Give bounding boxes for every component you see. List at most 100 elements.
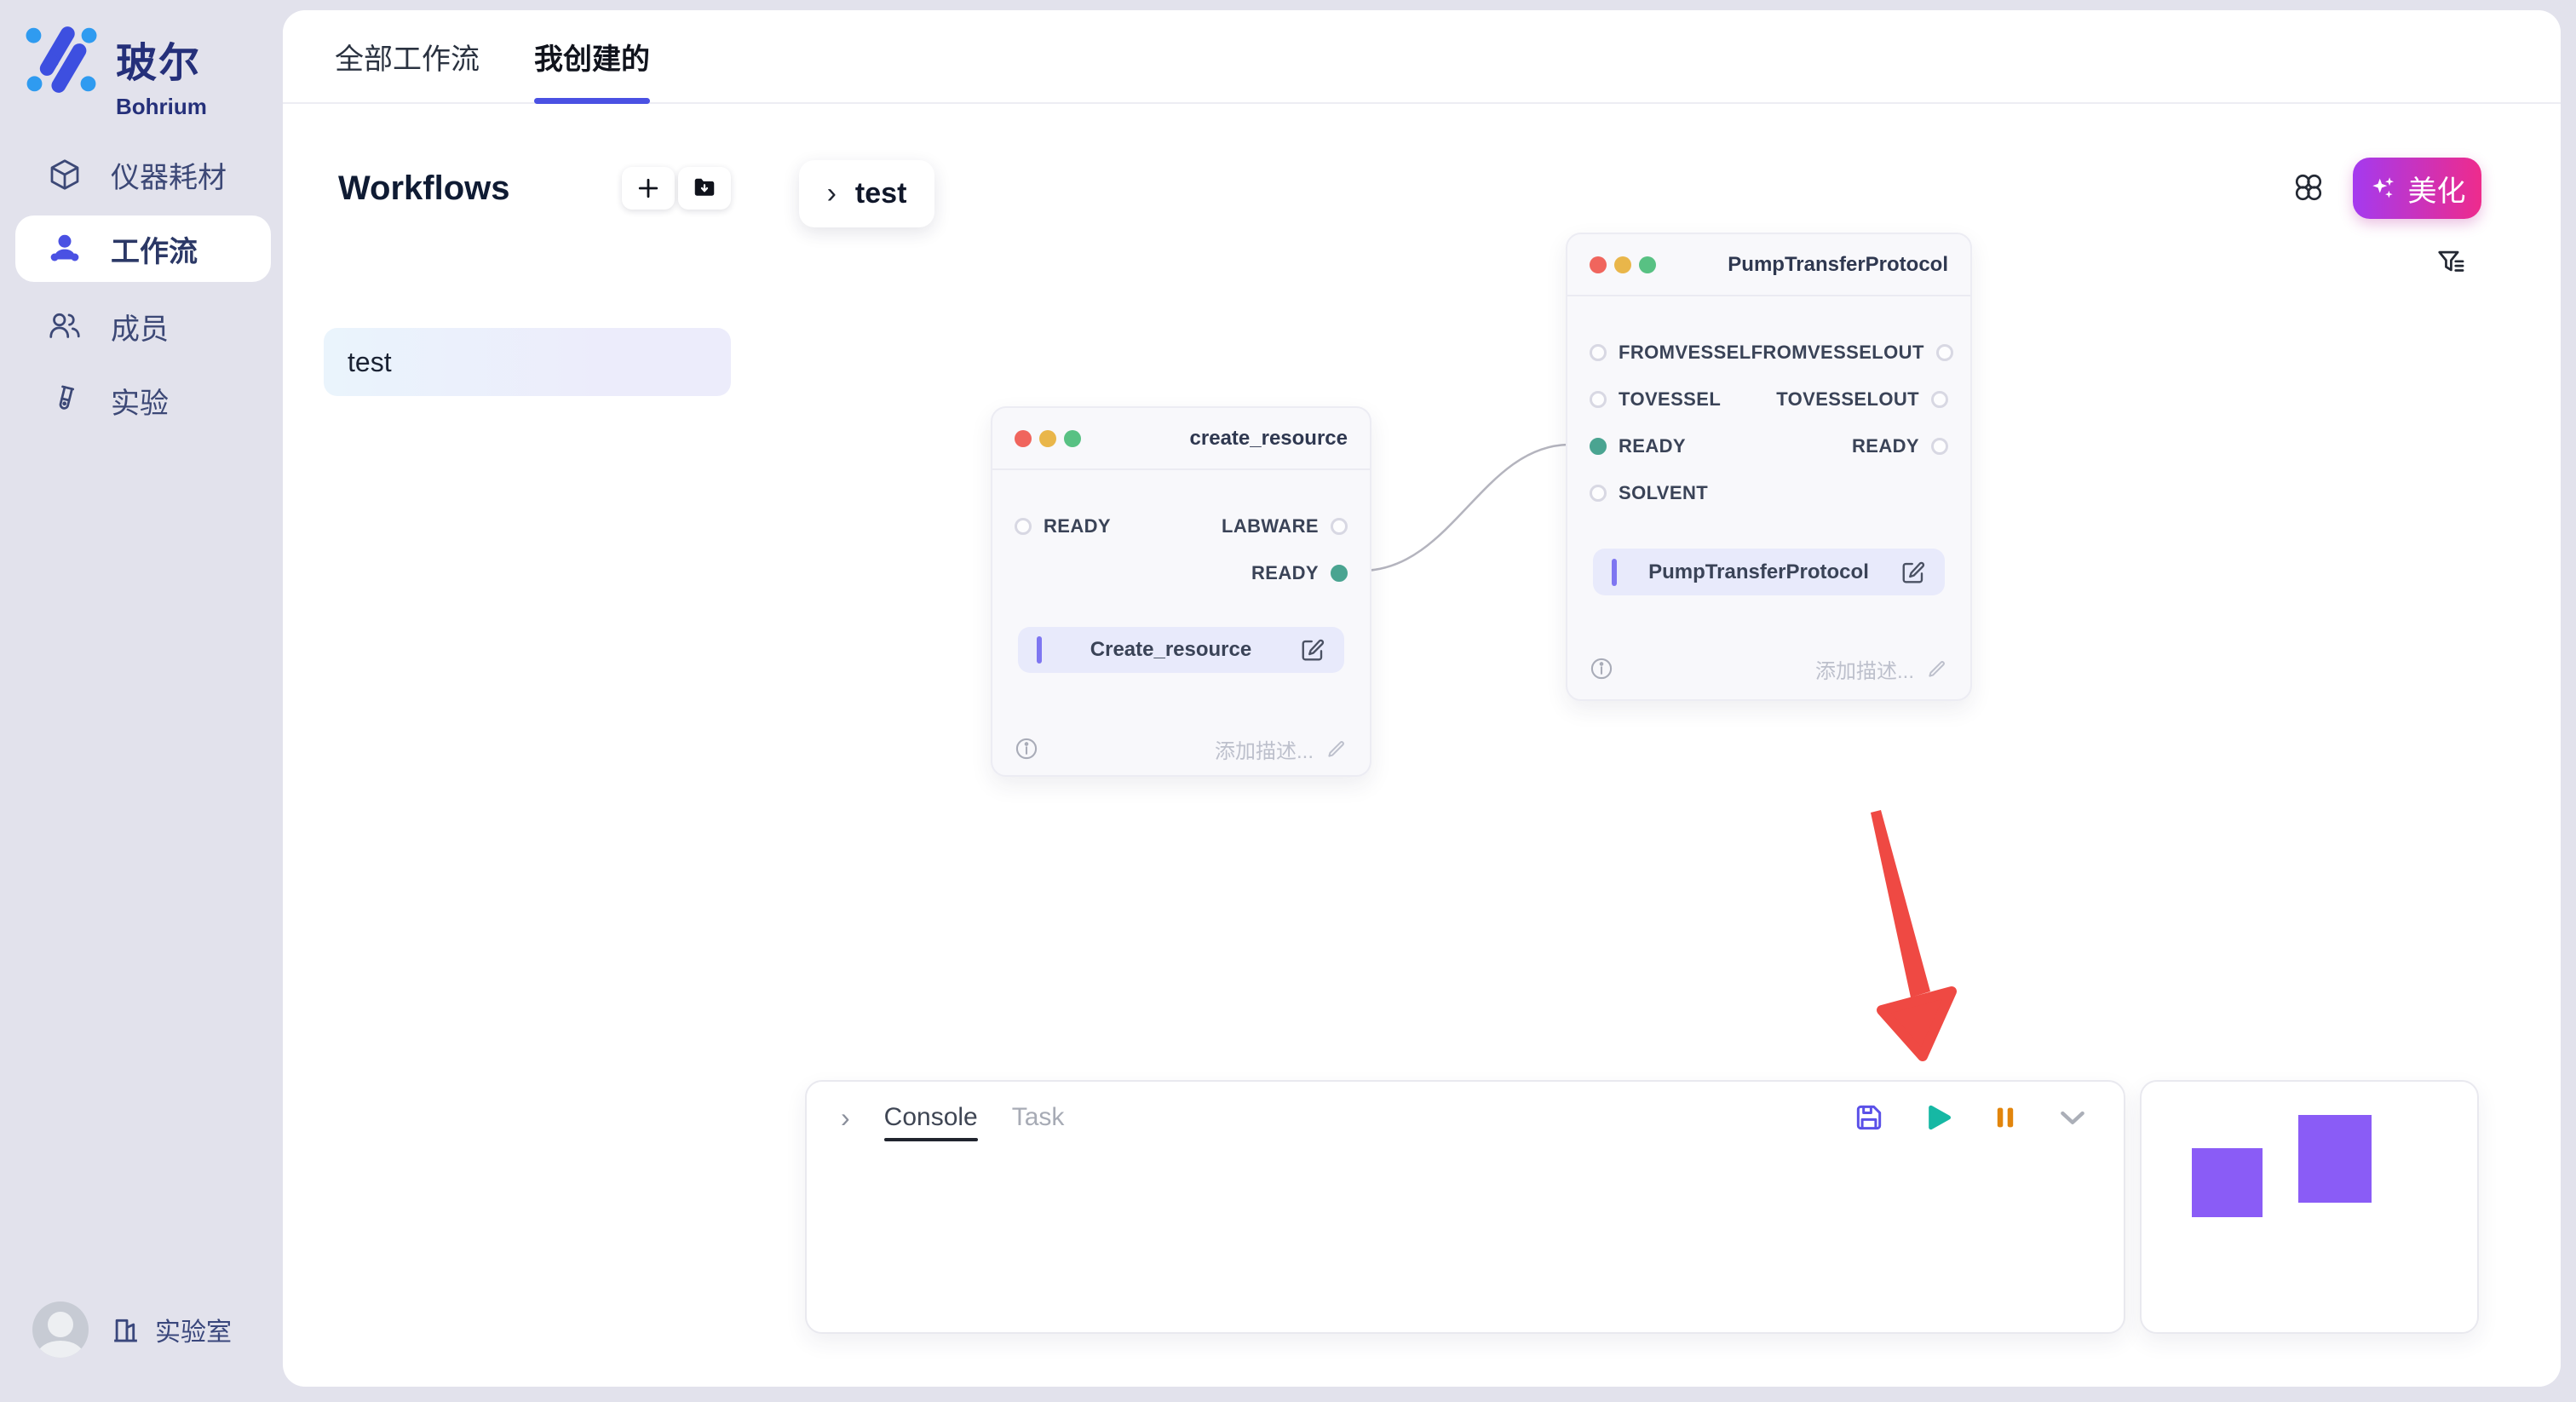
folder-download-icon [692,175,717,201]
building-icon [111,1313,143,1346]
input-port-solvent[interactable]: SOLVENT [1590,482,1708,504]
port-dot[interactable] [1931,438,1948,455]
output-port-fromvesselout[interactable]: FROMVESSELOUT [1751,342,1953,364]
workflows-panel: Workflows [283,104,750,1387]
sidebar-item-label: 成员 [111,306,169,348]
input-port-ready[interactable]: READY [1015,515,1111,537]
command-palette-button[interactable] [2292,171,2325,204]
port-dot[interactable] [1936,344,1953,361]
tab-task[interactable]: Task [1012,1082,1065,1153]
output-port-ready[interactable]: READY [1852,435,1948,457]
node-action-pill[interactable]: Create_resource [1018,627,1344,673]
workflow-list-item-test[interactable]: test [324,328,731,396]
red-dot-icon [1015,430,1032,447]
edit-icon[interactable] [1900,560,1926,585]
port-label: FROMVESSEL [1619,342,1751,364]
port-dot[interactable] [1931,391,1948,408]
pause-button[interactable] [1991,1103,2020,1132]
port-label: READY [1044,515,1111,537]
logo-subtitle: Bohrium [116,94,207,120]
port-dot[interactable] [1590,391,1607,408]
node-footer: 添加描述... [1015,730,1348,767]
console-output-area[interactable] [807,1153,2124,1332]
node-title: PumpTransferProtocol [1728,253,1948,277]
output-port-ready[interactable]: READY [1251,562,1348,584]
sidebar-item-consumables[interactable]: 仪器耗材 [15,141,271,208]
tab-console[interactable]: Console [884,1082,978,1153]
port-label: READY [1852,435,1919,457]
node-header[interactable]: create_resource [992,408,1370,470]
sidebar-item-label: 仪器耗材 [111,154,227,196]
sidebar-item-experiments[interactable]: 实验 [15,367,271,434]
app-root: 玻尔 Bohrium 仪器耗材 工作流 [0,0,2576,1402]
port-label: READY [1619,435,1686,457]
port-label: FROMVESSELOUT [1751,342,1924,364]
sidebar-item-workflows[interactable]: 工作流 [15,215,271,282]
chevron-right-icon[interactable]: › [841,1102,850,1134]
port-label: LABWARE [1222,515,1319,537]
node-pump-transfer-protocol[interactable]: PumpTransferProtocol FROMVESSEL FROMVESS… [1566,233,1972,701]
input-port-ready[interactable]: READY [1590,435,1686,457]
members-icon [48,309,82,343]
sidebar-item-label: 实验 [111,380,169,422]
workflow-canvas[interactable]: › test 美化 [748,104,2561,1387]
pill-label: PumpTransferProtocol [1617,560,1900,584]
minimap-node [2298,1115,2372,1203]
output-port-tovesselout[interactable]: TOVESSELOUT [1776,388,1948,411]
run-button[interactable] [1921,1100,1955,1135]
pencil-icon [1926,658,1948,680]
beautify-button[interactable]: 美化 [2353,158,2481,219]
bohrium-logo-icon [26,24,97,95]
input-port-fromvessel[interactable]: FROMVESSEL [1590,342,1751,364]
port-label: TOVESSEL [1619,388,1721,411]
import-folder-button[interactable] [678,167,731,210]
green-dot-icon [1639,256,1656,273]
sidebar-item-label: 工作流 [111,228,198,270]
main-content-card: 全部工作流 我创建的 Workflows [283,10,2561,1387]
port-dot-connected[interactable] [1590,438,1607,455]
output-port-labware[interactable]: LABWARE [1222,515,1348,537]
port-dot[interactable] [1331,518,1348,535]
filter-icon[interactable] [2435,246,2468,279]
minimap-node [2192,1148,2263,1217]
green-dot-icon [1064,430,1081,447]
node-action-pill[interactable]: PumpTransferProtocol [1593,549,1945,595]
input-port-tovessel[interactable]: TOVESSEL [1590,388,1721,411]
package-icon [48,158,82,192]
port-label: READY [1251,562,1319,584]
info-icon[interactable] [1015,737,1038,761]
info-icon[interactable] [1590,657,1613,681]
beautify-label: 美化 [2408,168,2466,210]
yellow-dot-icon [1614,256,1631,273]
add-workflow-button[interactable] [622,167,675,210]
minimap[interactable] [2140,1080,2479,1334]
node-description-field[interactable]: 添加描述... [1215,734,1348,764]
port-dot[interactable] [1015,518,1032,535]
node-description-field[interactable]: 添加描述... [1815,654,1948,684]
tab-all-workflows[interactable]: 全部工作流 [335,10,480,102]
workspace-label: 实验室 [155,1311,232,1348]
port-label: SOLVENT [1619,482,1708,504]
sparkles-icon [2369,174,2398,203]
breadcrumb-label: test [855,177,906,210]
logo-title: 玻尔 [116,29,207,89]
node-create-resource[interactable]: create_resource READY LABWARE [991,406,1371,777]
tab-created-by-me[interactable]: 我创建的 [534,10,650,102]
port-dot-connected[interactable] [1331,565,1348,582]
save-button[interactable] [1853,1101,1885,1134]
port-dot[interactable] [1590,344,1607,361]
traffic-light-dots [1015,430,1081,447]
node-header[interactable]: PumpTransferProtocol [1567,234,1970,296]
experiment-icon [48,383,82,417]
team-icon [48,232,82,266]
sidebar-item-members[interactable]: 成员 [15,293,271,359]
console-panel: › Console Task [805,1080,2125,1334]
user-avatar[interactable] [32,1301,89,1358]
pencil-icon [1325,738,1348,760]
canvas-breadcrumb-test[interactable]: › test [799,160,934,227]
description-placeholder: 添加描述... [1815,654,1914,684]
edit-icon[interactable] [1300,637,1325,663]
workspace-switcher[interactable]: 实验室 [111,1311,232,1348]
port-dot[interactable] [1590,485,1607,502]
collapse-console-button[interactable] [2056,1100,2090,1135]
